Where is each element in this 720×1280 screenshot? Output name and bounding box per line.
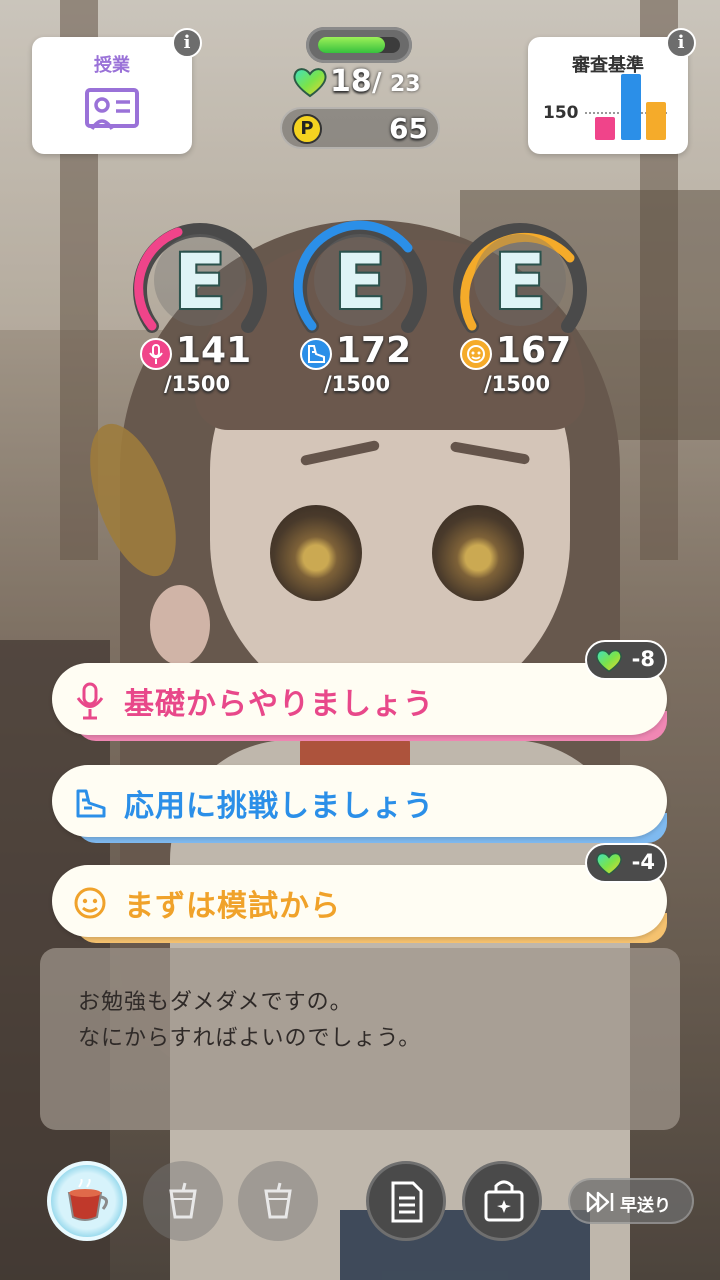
choice-label: 応用に挑戦しましょう (124, 789, 434, 824)
visual-face-icon (460, 338, 492, 370)
microphone-icon (72, 681, 108, 725)
stat-value-dance: 172 (336, 330, 412, 371)
fast-forward-label: 早送り (620, 1196, 671, 1216)
lesson-info-icon[interactable]: i (172, 28, 202, 58)
microphone-icon (140, 338, 172, 370)
dialogue-line-2: なにからすればよいのでしょう。 (78, 1026, 422, 1051)
criteria-bar-vocal (595, 117, 615, 140)
tea-cup-icon (63, 1178, 113, 1229)
fast-forward-icon (586, 1191, 616, 1217)
choice-label: まずは模試から (124, 889, 341, 924)
dance-shoe-icon (300, 338, 332, 370)
tea-cup-button[interactable] (47, 1161, 127, 1241)
criteria-bar-visual (646, 102, 666, 140)
cost-value: -8 (631, 647, 655, 671)
choice-basics[interactable]: 基礎からやりましょう (52, 663, 667, 741)
stamina-max: 23 (390, 72, 421, 97)
heart-icon (595, 851, 623, 880)
heart-icon (292, 66, 328, 102)
choice-mock-exam[interactable]: まずは模試から (52, 865, 667, 943)
stamina-fill (318, 37, 385, 53)
item-bag-button[interactable] (462, 1161, 542, 1241)
criteria-threshold: 150 (543, 103, 579, 123)
memo-button[interactable] (366, 1161, 446, 1241)
criteria-info-icon[interactable]: i (666, 28, 696, 58)
stat-rank-dance: E (334, 237, 386, 326)
visual-face-icon (72, 883, 108, 927)
lesson-title: 授業 (94, 55, 130, 76)
dialogue-box[interactable]: お勉強もダメダメですの。 なにからすればよいのでしょう。 (40, 948, 680, 1130)
dance-shoe-icon (72, 783, 108, 827)
criteria-title: 審査基準 (572, 55, 644, 76)
p-point-icon: P (292, 114, 322, 144)
stat-max-dance: /1500 (324, 372, 391, 396)
drink-icon (167, 1181, 199, 1225)
stamina-separator: / (372, 68, 382, 98)
stat-gauge-visual[interactable]: E 167 /1500 (450, 218, 590, 398)
lesson-card[interactable]: 授業 (32, 37, 192, 154)
choice-label: 基礎からやりましょう (124, 687, 434, 722)
criteria-bar-dance (621, 74, 641, 140)
bag-icon (482, 1178, 526, 1228)
dialogue-line-1: お勉強もダメダメですの。 (78, 990, 353, 1015)
drink-icon (262, 1181, 294, 1225)
stamina-readout: 18 / 23 (290, 64, 440, 100)
stat-max-visual: /1500 (484, 372, 551, 396)
stamina-gauge (306, 27, 412, 63)
fast-forward-button[interactable]: 早送り (568, 1178, 694, 1224)
stat-rank-visual: E (494, 237, 546, 326)
stat-rank-vocal: E (174, 237, 226, 326)
stamina-current: 18 (330, 64, 372, 99)
drink-slot-button[interactable] (238, 1161, 318, 1241)
lesson-board-icon (84, 85, 140, 139)
memo-icon (389, 1180, 425, 1228)
stat-gauge-vocal[interactable]: E 141 /1500 (130, 218, 270, 398)
choice-advanced[interactable]: 応用に挑戦しましょう (52, 765, 667, 843)
p-points-pill: P 65 (280, 107, 440, 149)
stat-value-visual: 167 (496, 330, 572, 371)
stat-gauge-dance[interactable]: E 172 /1500 (290, 218, 430, 398)
cost-badge: -4 (585, 843, 667, 883)
drink-slot-button[interactable] (143, 1161, 223, 1241)
cost-badge: -8 (585, 640, 667, 680)
heart-icon (595, 648, 623, 677)
cost-value: -4 (631, 850, 655, 874)
stat-value-vocal: 141 (176, 330, 252, 371)
criteria-card[interactable]: 審査基準 150 (528, 37, 688, 154)
stat-max-vocal: /1500 (164, 372, 231, 396)
p-points-value: 65 (389, 112, 428, 145)
